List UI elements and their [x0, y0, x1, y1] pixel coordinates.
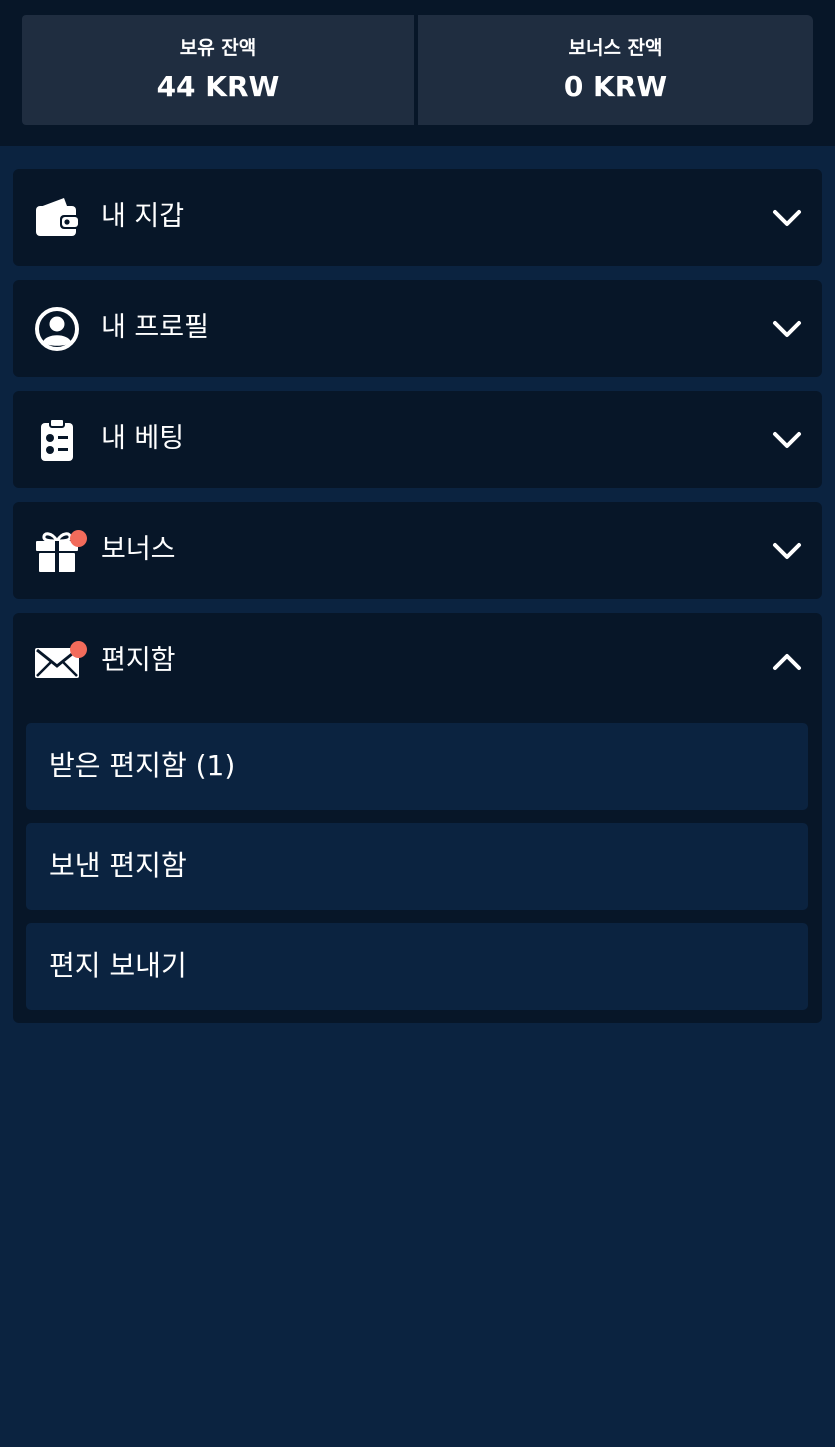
chevron-down-icon [772, 425, 802, 455]
menu-header-mailbox[interactable]: 편지함 [13, 613, 822, 710]
balance-header: 보유 잔액 44 KRW 보너스 잔액 0 KRW [0, 0, 835, 146]
menu-header-bonus[interactable]: 보너스 [13, 502, 822, 599]
held-balance-box: 보유 잔액 44 KRW [22, 15, 414, 125]
sub-item-inbox[interactable]: 받은 편지함 (1) [26, 723, 808, 810]
bonus-balance-label: 보너스 잔액 [568, 37, 663, 59]
bonus-balance-box: 보너스 잔액 0 KRW [418, 15, 813, 125]
menu-label-bets: 내 베팅 [101, 423, 185, 454]
chevron-down-icon [772, 536, 802, 566]
held-balance-value: 44 KRW [156, 70, 280, 103]
mailbox-notification-dot [70, 641, 87, 658]
sub-item-sent[interactable]: 보낸 편지함 [26, 823, 808, 910]
menu-header-wallet[interactable]: 내 지갑 [13, 169, 822, 266]
menu-header-bets[interactable]: 내 베팅 [13, 391, 822, 488]
menu-item-bonus: 보너스 [13, 502, 822, 599]
chevron-up-icon [772, 647, 802, 677]
user-circle-icon [34, 306, 80, 352]
menu-header-profile[interactable]: 내 프로필 [13, 280, 822, 377]
menu-item-profile: 내 프로필 [13, 280, 822, 377]
sub-item-compose-label: 편지 보내기 [49, 949, 187, 982]
chevron-down-icon [772, 314, 802, 344]
betting-clipboard-icon [34, 417, 80, 463]
menu-item-bets: 내 베팅 [13, 391, 822, 488]
menu-label-profile: 내 프로필 [101, 312, 209, 343]
held-balance-label: 보유 잔액 [179, 37, 257, 59]
menu-label-wallet: 내 지갑 [101, 201, 185, 232]
sub-item-compose[interactable]: 편지 보내기 [26, 923, 808, 1010]
menu-item-mailbox: 편지함 받은 편지함 (1) 보낸 편지함 편지 보내기 [13, 613, 822, 1023]
chevron-down-icon [772, 203, 802, 233]
menu-label-mailbox: 편지함 [101, 645, 176, 676]
wallet-icon [34, 195, 80, 241]
menu-item-wallet: 내 지갑 [13, 169, 822, 266]
bonus-notification-dot [70, 530, 87, 547]
bonus-balance-value: 0 KRW [563, 70, 668, 103]
sub-item-sent-label: 보낸 편지함 [49, 849, 187, 882]
sub-item-inbox-label: 받은 편지함 (1) [49, 749, 236, 782]
menu-label-bonus: 보너스 [101, 534, 176, 565]
